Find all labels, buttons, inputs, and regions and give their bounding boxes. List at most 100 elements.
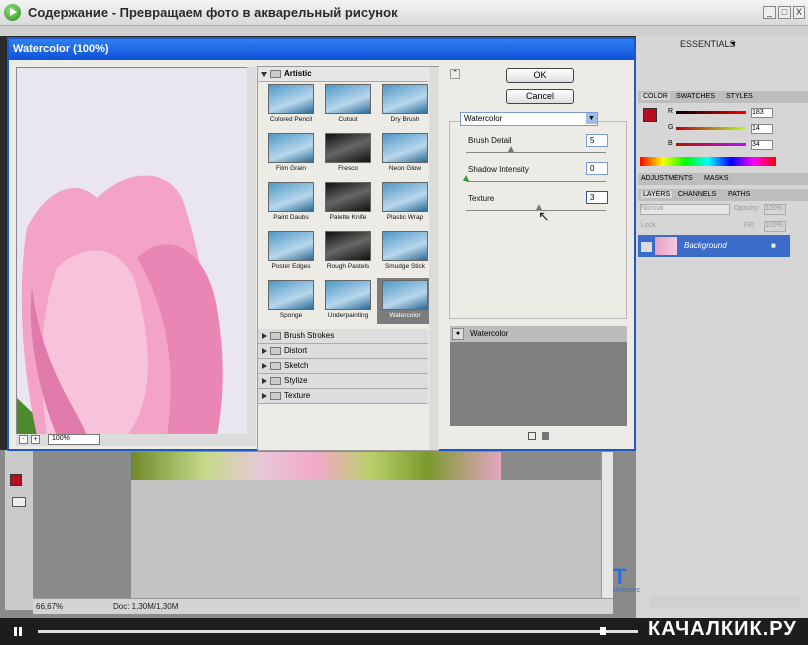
preview-scrollbar[interactable] — [247, 67, 256, 435]
filter-thumb[interactable]: Neon Glow — [377, 131, 433, 177]
b-slider[interactable] — [676, 143, 746, 146]
document-scrollbar[interactable] — [601, 452, 613, 598]
filter-thumb[interactable]: Rough Pastels — [320, 229, 376, 275]
r-field[interactable]: 183 — [751, 108, 773, 118]
g-slider[interactable] — [676, 127, 746, 130]
thumb-label: Cutout — [338, 116, 358, 123]
zoom-select[interactable]: 100% — [48, 434, 100, 445]
texture-label: Texture — [468, 194, 495, 203]
b-field[interactable]: 34 — [751, 140, 773, 150]
zoom-in-button[interactable]: + — [31, 435, 40, 444]
g-field[interactable]: 14 — [751, 124, 773, 134]
filter-thumb[interactable]: Sponge — [263, 278, 319, 324]
tab-color[interactable]: COLOR — [641, 93, 670, 100]
player-logo-icon — [4, 4, 21, 21]
chevron-right-icon — [262, 393, 267, 399]
thumb-label: Rough Pastels — [326, 263, 370, 270]
eye-icon[interactable]: ● — [452, 328, 464, 340]
preview-pane[interactable] — [16, 67, 248, 435]
workspace-switcher[interactable]: ESSENTIALS — [680, 39, 736, 49]
layers-tabs: LAYERS CHANNELS PATHS — [638, 189, 808, 201]
fill-field[interactable]: 100% — [764, 221, 786, 232]
filter-thumb[interactable]: Poster Edges — [263, 229, 319, 275]
folder-distort[interactable]: Distort — [258, 344, 428, 359]
layer-row-background[interactable]: Background ■ — [638, 235, 790, 257]
cancel-button[interactable]: Cancel — [506, 89, 574, 104]
folder-icon — [270, 377, 281, 385]
new-effect-layer-icon[interactable] — [528, 432, 536, 440]
chevron-right-icon — [262, 333, 267, 339]
tab-swatches[interactable]: SWATCHES — [676, 93, 715, 100]
folder-stylize[interactable]: Stylize — [258, 374, 428, 389]
filter-thumb[interactable]: Watercolor — [377, 278, 433, 324]
filter-thumb[interactable]: Cutout — [320, 82, 376, 128]
quick-mask-icon[interactable] — [12, 497, 26, 507]
dialog-title: Watercolor (100%) — [9, 39, 634, 60]
tab-channels[interactable]: CHANNELS — [678, 191, 716, 198]
brush-detail-input[interactable]: 5 — [586, 134, 608, 147]
minimize-button[interactable]: _ — [763, 6, 776, 19]
opacity-field[interactable]: 100% — [764, 204, 786, 215]
filter-thumb[interactable]: Plastic Wrap — [377, 180, 433, 226]
zoom-value[interactable]: 66,67% — [36, 602, 63, 611]
folder-icon — [270, 332, 281, 340]
folder-brush-strokes[interactable]: Brush Strokes — [258, 329, 428, 344]
color-ramp[interactable] — [640, 157, 776, 166]
eye-icon[interactable] — [641, 242, 652, 252]
shadow-intensity-input[interactable]: 0 — [586, 162, 608, 175]
pause-icon[interactable] — [14, 627, 17, 636]
thumb-label: Smudge Stick — [384, 263, 426, 270]
chevron-right-icon — [262, 363, 267, 369]
shadow-intensity-slider[interactable] — [463, 175, 469, 181]
tab-paths[interactable]: PATHS — [728, 191, 750, 198]
tab-styles[interactable]: STYLES — [726, 93, 753, 100]
filter-thumb[interactable]: Paint Daubs — [263, 180, 319, 226]
folder-label: Stylize — [284, 376, 308, 385]
texture-input[interactable]: 3 — [586, 191, 608, 204]
chevron-right-icon — [262, 348, 267, 354]
thumb-image — [382, 182, 428, 212]
ok-button[interactable]: OK — [506, 68, 574, 83]
thumb-label: Paint Daubs — [273, 214, 309, 221]
lock-icon: ■ — [771, 241, 776, 250]
filter-thumb[interactable]: Fresco — [320, 131, 376, 177]
tab-adjustments[interactable]: ADJUSTMENTS — [641, 175, 693, 182]
folder-icon — [270, 347, 281, 355]
filter-thumb[interactable]: Film Grain — [263, 131, 319, 177]
tab-layers[interactable]: LAYERS — [641, 191, 673, 198]
pause-icon-bar — [19, 627, 22, 636]
tools-panel — [5, 450, 33, 610]
close-button[interactable]: X — [793, 6, 805, 19]
filter-thumb[interactable]: Underpainting — [320, 278, 376, 324]
folder-artistic[interactable]: Artistic — [258, 67, 428, 82]
canvas-background — [131, 480, 601, 598]
g-label: G — [668, 124, 674, 131]
select-chevron-icon[interactable]: ▼ — [586, 113, 597, 124]
tab-masks[interactable]: MASKS — [704, 175, 729, 182]
seek-bar[interactable] — [38, 630, 638, 633]
brush-detail-slider[interactable] — [508, 146, 514, 152]
zoom-out-button[interactable]: - — [19, 435, 28, 444]
filter-thumb[interactable]: Palette Knife — [320, 180, 376, 226]
collapse-icon[interactable]: ⌃ — [450, 69, 460, 79]
folder-texture[interactable]: Texture — [258, 389, 428, 404]
thumb-label: Fresco — [338, 165, 358, 172]
layer-thumbnail — [655, 237, 677, 255]
color-fg-swatch[interactable] — [643, 108, 657, 122]
effect-layer-row[interactable]: ● Watercolor — [450, 326, 627, 342]
gallery-scrollbar[interactable] — [429, 67, 439, 450]
filter-select[interactable]: Watercolor — [460, 112, 598, 126]
foreground-color-swatch[interactable] — [10, 474, 22, 486]
filter-thumb[interactable]: Colored Pencil — [263, 82, 319, 128]
seek-handle[interactable] — [600, 627, 606, 635]
blend-mode-select[interactable]: Normal — [640, 204, 730, 215]
brush-detail-track — [466, 152, 606, 153]
filter-thumb[interactable]: Smudge Stick — [377, 229, 433, 275]
thumb-image — [325, 231, 371, 261]
folder-sketch[interactable]: Sketch — [258, 359, 428, 374]
maximize-button[interactable]: □ — [778, 6, 791, 19]
delete-effect-layer-icon[interactable] — [542, 432, 549, 440]
r-slider[interactable] — [676, 111, 746, 114]
doc-size: Doc: 1,30M/1,30M — [113, 602, 179, 611]
filter-thumb[interactable]: Dry Brush — [377, 82, 433, 128]
